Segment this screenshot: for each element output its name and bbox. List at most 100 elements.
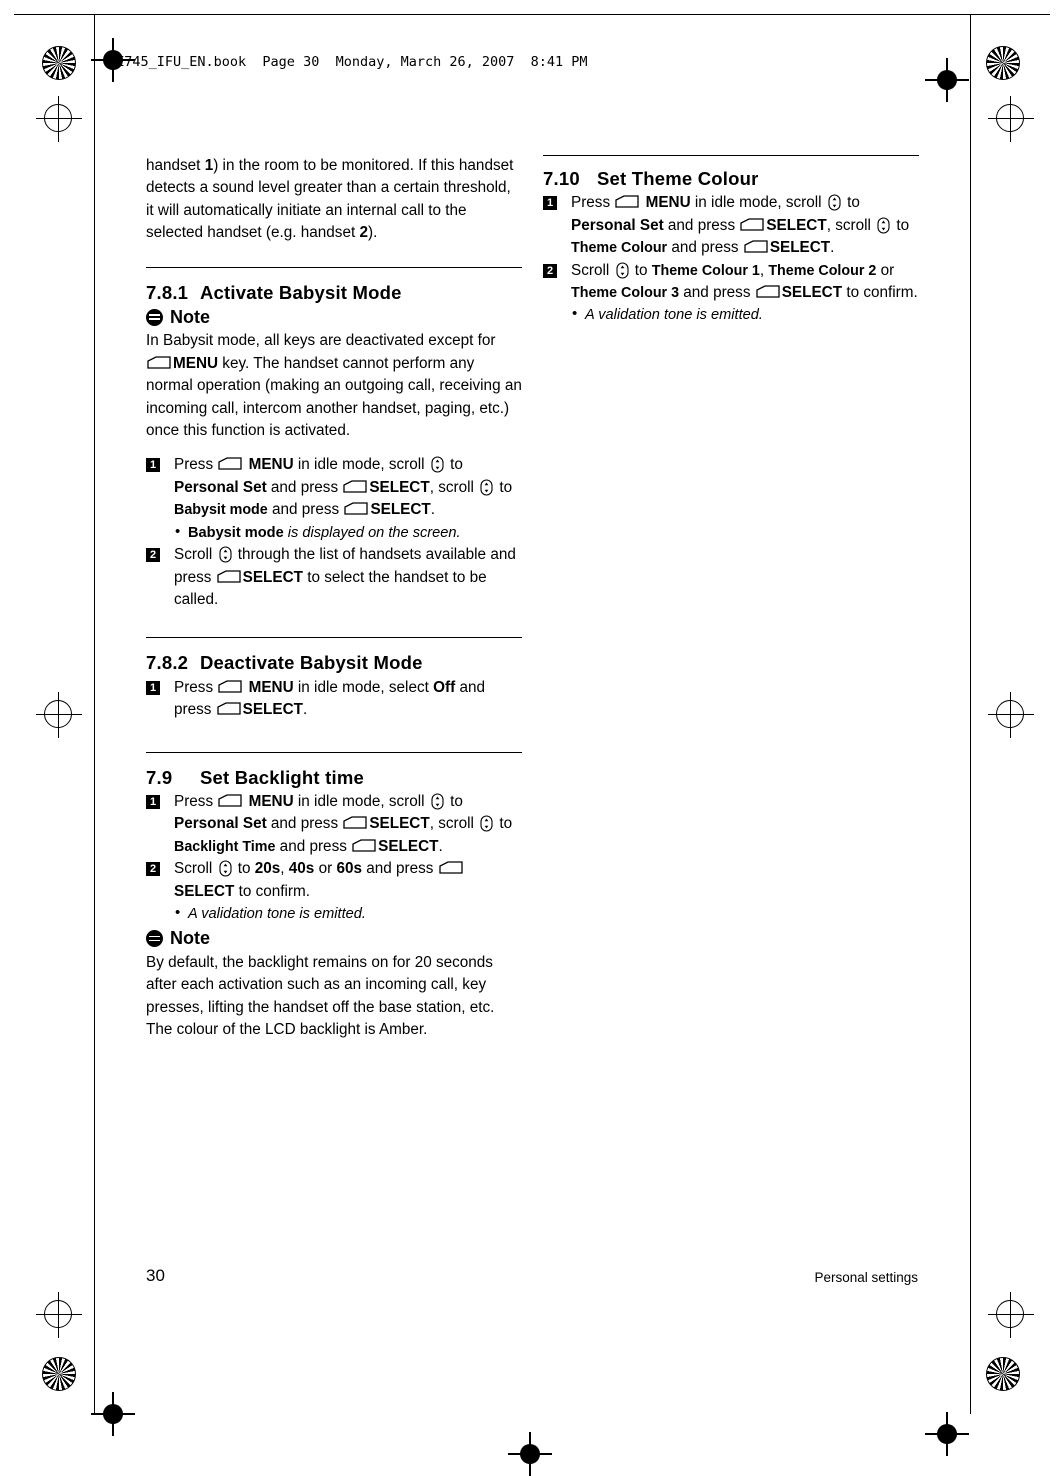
menu-key-icon [344, 502, 369, 515]
step-item: 1 Press MENU in idle mode, scroll to Per… [146, 791, 522, 858]
step-item: 2 Scroll through the list of handsets av… [146, 544, 522, 611]
crosshair-mark-left-bottom [36, 1292, 82, 1338]
scroll-key-icon [615, 262, 629, 279]
section-heading-7-8-1: 7.8.1 Activate Babysit Mode [146, 282, 522, 304]
menu-key-icon [217, 569, 241, 583]
step-number: 2 [146, 548, 160, 563]
menu-key-icon [740, 218, 765, 231]
crosshair-mark-right-bottom [988, 1292, 1034, 1338]
step-item: 1 Press MENU in idle mode, scroll to Per… [146, 454, 522, 544]
menu-key-icon [217, 702, 241, 715]
section-number: 7.8.2 [146, 652, 189, 674]
scroll-key-icon [431, 456, 444, 474]
registration-mark-bottom-right [925, 1412, 969, 1456]
crosshair-mark-left-top [36, 96, 82, 142]
starburst-mark-bottom-right [986, 1357, 1020, 1391]
steps-7-9: 1 Press MENU in idle mode, scroll to Per… [146, 791, 522, 925]
menu-key-icon [352, 839, 376, 852]
step-number: 1 [146, 458, 160, 473]
section-heading-7-10: 7.10 Set Theme Colour [543, 168, 919, 190]
menu-key-icon [147, 356, 171, 369]
section-divider-3 [146, 751, 522, 753]
trim-line-top [14, 14, 1050, 15]
bullet-italic: is displayed on the screen. [283, 524, 461, 541]
section-title: Set Theme Colour [597, 168, 759, 189]
starburst-mark-bottom-left [42, 1357, 76, 1391]
step-number: 1 [543, 196, 557, 211]
menu-key-icon [343, 480, 368, 493]
note-label: Note [170, 307, 210, 328]
section-divider-right [543, 155, 919, 156]
section-number: 7.9 [146, 766, 173, 788]
step-item: 1 Press MENU in idle mode, scroll to Per… [543, 192, 919, 259]
steps-7-8-1: 1 Press MENU in idle mode, scroll to Per… [146, 454, 522, 611]
scroll-key-icon [480, 815, 493, 832]
bullet-bold: Babysit mode [188, 524, 284, 541]
menu-key-icon [218, 680, 243, 693]
step-number: 1 [146, 680, 160, 695]
menu-key-icon [439, 861, 463, 874]
section-heading-7-8-2: 7.8.2 Deactivate Babysit Mode [146, 652, 522, 674]
step-item: 2 Scroll to 20s, 40s or 60s and press SE… [146, 858, 522, 925]
note-label: Note [170, 928, 210, 949]
step-text: Scroll to Theme Colour 1, Theme Colour 2… [571, 261, 918, 302]
book-slug-line: SE745_IFU_EN.book Page 30 Monday, March … [108, 54, 588, 70]
intro-paragraph: handset 1) in the room to be monitored. … [146, 157, 514, 242]
note-icon [146, 930, 163, 948]
scroll-key-icon [431, 793, 444, 810]
step-text: Press MENU in idle mode, scroll to Perso… [174, 792, 513, 855]
step-number: 2 [146, 862, 160, 877]
left-column: handset 1) in the room to be monitored. … [146, 155, 522, 1041]
trim-line-left [94, 14, 95, 1414]
step-number: 2 [543, 263, 557, 278]
note-heading-babysit: Note [146, 306, 522, 328]
section-heading-7-9: 7.9 Set Backlight time [146, 767, 522, 789]
menu-key-icon [756, 285, 780, 298]
note-body-babysit: In Babysit mode, all keys are deactivate… [146, 332, 522, 440]
step-text: Scroll through the list of handsets avai… [174, 546, 516, 608]
bullet-item: A validation tone is emitted. [174, 902, 522, 925]
step-item: 1 Press MENU in idle mode, select Off an… [146, 677, 522, 722]
menu-key-icon [218, 457, 243, 471]
note-heading-backlight: Note [146, 927, 522, 949]
crosshair-mark-left-middle [36, 692, 82, 738]
step-number: 1 [146, 794, 160, 809]
menu-key-icon [615, 195, 640, 209]
footer-chapter: Personal settings [814, 1270, 918, 1285]
scroll-key-icon [480, 479, 493, 496]
printed-page: SE745_IFU_EN.book Page 30 Monday, March … [0, 0, 1064, 1476]
step-text: Press MENU in idle mode, select Off and … [174, 678, 485, 719]
note-icon [146, 308, 163, 326]
steps-7-8-2: 1 Press MENU in idle mode, select Off an… [146, 677, 522, 722]
section-title: Set Backlight time [200, 766, 364, 788]
steps-7-10: 1 Press MENU in idle mode, scroll to Per… [543, 192, 919, 326]
section-title: Activate Babysit Mode [200, 281, 402, 303]
registration-mark-top-right [925, 58, 969, 102]
trim-line-right [970, 14, 971, 1414]
crosshair-mark-right-middle [988, 692, 1034, 738]
section-number: 7.8.1 [146, 281, 189, 303]
section-number: 7.10 [543, 168, 580, 189]
step-bullets: A validation tone is emitted. [174, 902, 522, 925]
scroll-key-icon [828, 194, 841, 211]
menu-key-icon [218, 794, 243, 807]
section-divider-2 [146, 637, 522, 639]
page-number: 30 [146, 1266, 165, 1285]
scroll-key-icon [877, 217, 890, 234]
bullet-item: A validation tone is emitted. [571, 303, 919, 326]
step-bullets: A validation tone is emitted. [571, 303, 919, 326]
step-text: Press MENU in idle mode, scroll to Perso… [174, 456, 513, 519]
registration-mark-bottom-left [91, 1392, 135, 1436]
step-bullets: Babysit mode is displayed on the screen. [174, 521, 522, 544]
starburst-mark-top-left [42, 46, 76, 80]
scroll-key-icon [218, 860, 232, 877]
menu-key-icon [744, 240, 768, 253]
crosshair-mark-right-top [988, 96, 1034, 142]
step-item: 2 Scroll to Theme Colour 1, Theme Colour… [543, 260, 919, 327]
scroll-key-icon [218, 546, 232, 563]
note-body-backlight: By default, the backlight remains on for… [146, 953, 495, 1038]
step-text: Press MENU in idle mode, scroll to Perso… [571, 194, 910, 257]
starburst-mark-top-right [986, 46, 1020, 80]
section-divider-1 [146, 266, 522, 268]
registration-mark-bottom-center [508, 1432, 552, 1476]
